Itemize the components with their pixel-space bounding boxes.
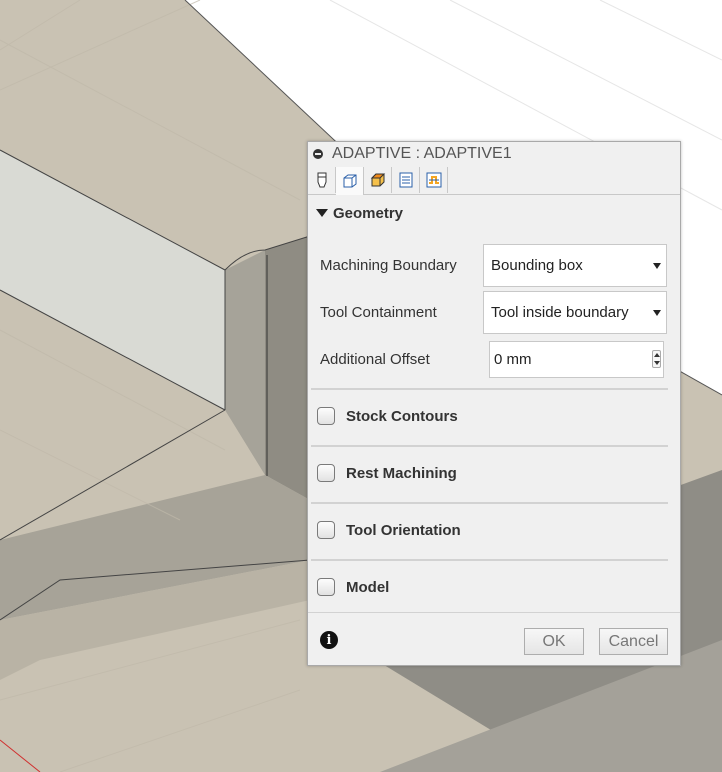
model-option[interactable]: Model [317,578,389,596]
dialog-title: ADAPTIVE : ADAPTIVE1 [332,145,512,162]
tab-passes[interactable] [392,167,420,193]
tool-orientation-label: Tool Orientation [346,521,461,539]
machining-boundary-row: Machining Boundary [320,257,482,274]
expand-triangle-icon [316,209,328,217]
dialog-tabs [308,167,680,195]
section-divider [311,445,668,447]
geometry-section: Geometry [308,202,680,224]
spinner-arrows-icon[interactable] [652,350,661,368]
adaptive-dialog: ADAPTIVE : ADAPTIVE1 Geometry Machining … [307,141,681,666]
tool-containment-label: Tool Containment [320,304,437,321]
tab-heights[interactable] [364,167,392,193]
dropdown-arrow-icon [653,310,661,316]
machining-boundary-select[interactable]: Bounding box [483,244,667,287]
ok-button[interactable]: OK [524,628,584,655]
additional-offset-input[interactable]: 0 mm [489,341,664,378]
geometry-header-label: Geometry [333,204,404,222]
tool-orientation-checkbox[interactable] [317,521,335,539]
additional-offset-value: 0 mm [494,351,532,368]
passes-icon [399,172,412,188]
section-divider [311,559,668,561]
collapse-icon[interactable] [313,149,323,159]
stock-contours-option[interactable]: Stock Contours [317,407,458,425]
additional-offset-row: Additional Offset [320,351,482,368]
additional-offset-label: Additional Offset [320,351,430,368]
heights-icon [370,173,385,187]
tab-tool[interactable] [308,167,336,193]
tool-containment-select[interactable]: Tool inside boundary [483,291,667,334]
info-icon[interactable]: i [320,631,338,649]
tool-orientation-option[interactable]: Tool Orientation [317,521,461,539]
linking-icon [426,172,441,188]
geometry-section-header[interactable]: Geometry [308,202,680,224]
tool-icon [317,172,326,188]
model-label: Model [346,578,390,596]
machining-boundary-label: Machining Boundary [320,257,457,274]
rest-machining-checkbox[interactable] [317,464,335,482]
stock-contours-label: Stock Contours [346,407,458,425]
rest-machining-option[interactable]: Rest Machining [317,464,457,482]
tab-linking[interactable] [420,167,448,193]
pocket-wall-shadow [265,236,310,500]
machining-boundary-value: Bounding box [491,257,583,274]
tool-containment-value: Tool inside boundary [491,304,629,321]
cancel-button[interactable]: Cancel [599,628,668,655]
tool-containment-row: Tool Containment [320,304,482,321]
section-divider [311,502,668,504]
model-checkbox[interactable] [317,578,335,596]
rest-machining-label: Rest Machining [346,464,457,482]
dialog-footer: i OK Cancel [308,612,680,666]
geometry-icon [343,174,356,188]
tab-geometry[interactable] [336,167,364,195]
dialog-titlebar[interactable]: ADAPTIVE : ADAPTIVE1 [308,142,680,166]
dropdown-arrow-icon [653,263,661,269]
section-divider [311,388,668,390]
stock-contours-checkbox[interactable] [317,407,335,425]
